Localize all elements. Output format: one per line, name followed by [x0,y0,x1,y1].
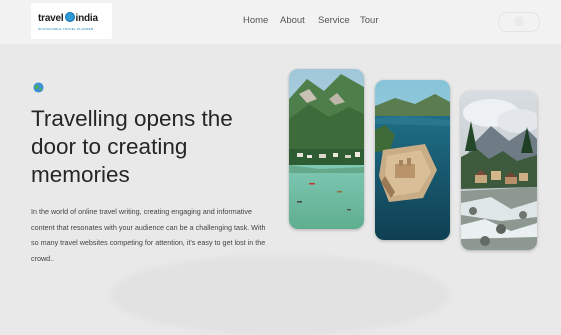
river-town-photo[interactable] [289,69,364,229]
globe-emoji-icon [33,82,44,93]
brand-tagline: SUSTAINABLE TRAVEL PLANNER [38,27,94,31]
lake-fort-photo[interactable] [375,80,450,240]
mountain-village-photo[interactable] [461,91,537,250]
site-header: travel india SUSTAINABLE TRAVEL PLANNER H… [0,0,561,44]
brand-wordmark: travel india [38,12,98,24]
header-action-icon [514,16,524,26]
nav-item-home[interactable]: Home [243,15,268,26]
hero-title: Travelling opens the door to creating me… [31,106,233,187]
brand-name-left: travel [38,13,64,24]
brand-logo[interactable]: travel india SUSTAINABLE TRAVEL PLANNER [31,3,112,39]
decorative-shape [110,255,450,335]
nav-item-tour[interactable]: Tour [360,15,378,26]
brand-name-right: india [75,13,99,24]
globe-icon [64,12,75,22]
nav-item-about[interactable]: About [280,15,305,26]
nav-item-service[interactable]: Service [318,15,350,26]
